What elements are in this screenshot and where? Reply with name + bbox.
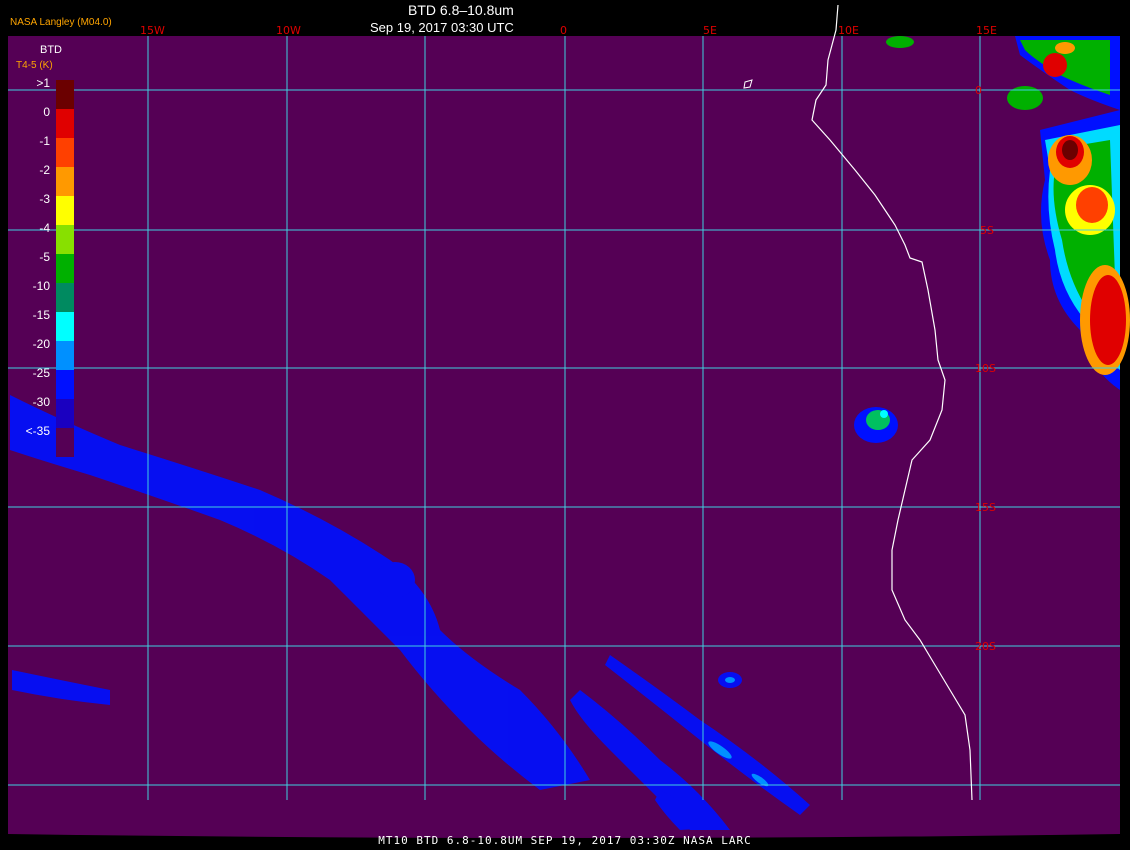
- lat-label-5s: 5S: [980, 224, 994, 237]
- legend-swatch: [56, 254, 74, 283]
- legend-swatch: [56, 370, 74, 399]
- legend-swatch: [56, 283, 74, 312]
- lat-label-15s: 15S: [975, 501, 996, 514]
- brand-label: NASA Langley (M04.0): [10, 17, 112, 28]
- legend-label: -1: [39, 134, 50, 148]
- legend-label: 0: [43, 105, 50, 119]
- legend-title: BTD: [40, 44, 62, 56]
- legend-swatch: [56, 138, 74, 167]
- legend-swatch: [56, 225, 74, 254]
- footer-caption: MT10 BTD 6.8-10.8UM SEP 19, 2017 03:30Z …: [378, 834, 752, 847]
- legend-subtitle: T4-5 (K): [16, 60, 53, 71]
- legend-label: -5: [39, 250, 50, 264]
- legend-label: -4: [39, 221, 50, 235]
- legend-label: >1: [36, 76, 50, 90]
- legend-swatch: [56, 167, 74, 196]
- lon-label-10e: 10E: [838, 24, 859, 37]
- satellite-map: [0, 0, 1130, 850]
- legend-label: -3: [39, 192, 50, 206]
- legend-swatch: [56, 80, 74, 109]
- lat-label-10s: 10S: [975, 362, 996, 375]
- legend-label: -10: [32, 279, 50, 293]
- lat-label-20s: 20S: [975, 640, 996, 653]
- legend-label: -30: [32, 395, 50, 409]
- legend-swatch: [56, 312, 74, 341]
- legend-swatch: [56, 109, 74, 138]
- map-background: [8, 36, 1120, 838]
- lon-label-15e: 15E: [976, 24, 997, 37]
- lon-label-0: 0: [560, 24, 567, 37]
- island-cloud: [854, 407, 898, 443]
- legend-label: <-35: [25, 424, 50, 438]
- legend-swatch: [56, 196, 74, 225]
- legend-swatch: [56, 428, 74, 457]
- lon-label-10w: 10W: [276, 24, 301, 37]
- legend-swatch: [56, 399, 74, 428]
- lat-label-0: 0: [975, 84, 982, 97]
- product-title: BTD 6.8–10.8um: [408, 2, 514, 18]
- legend-label: -25: [32, 366, 50, 380]
- legend-swatch: [56, 341, 74, 370]
- legend-label: -20: [32, 337, 50, 351]
- legend-label: -2: [39, 163, 50, 177]
- legend-label: -15: [32, 308, 50, 322]
- lon-label-5e: 5E: [703, 24, 717, 37]
- lon-label-15w: 15W: [140, 24, 165, 37]
- timestamp: Sep 19, 2017 03:30 UTC: [370, 20, 514, 35]
